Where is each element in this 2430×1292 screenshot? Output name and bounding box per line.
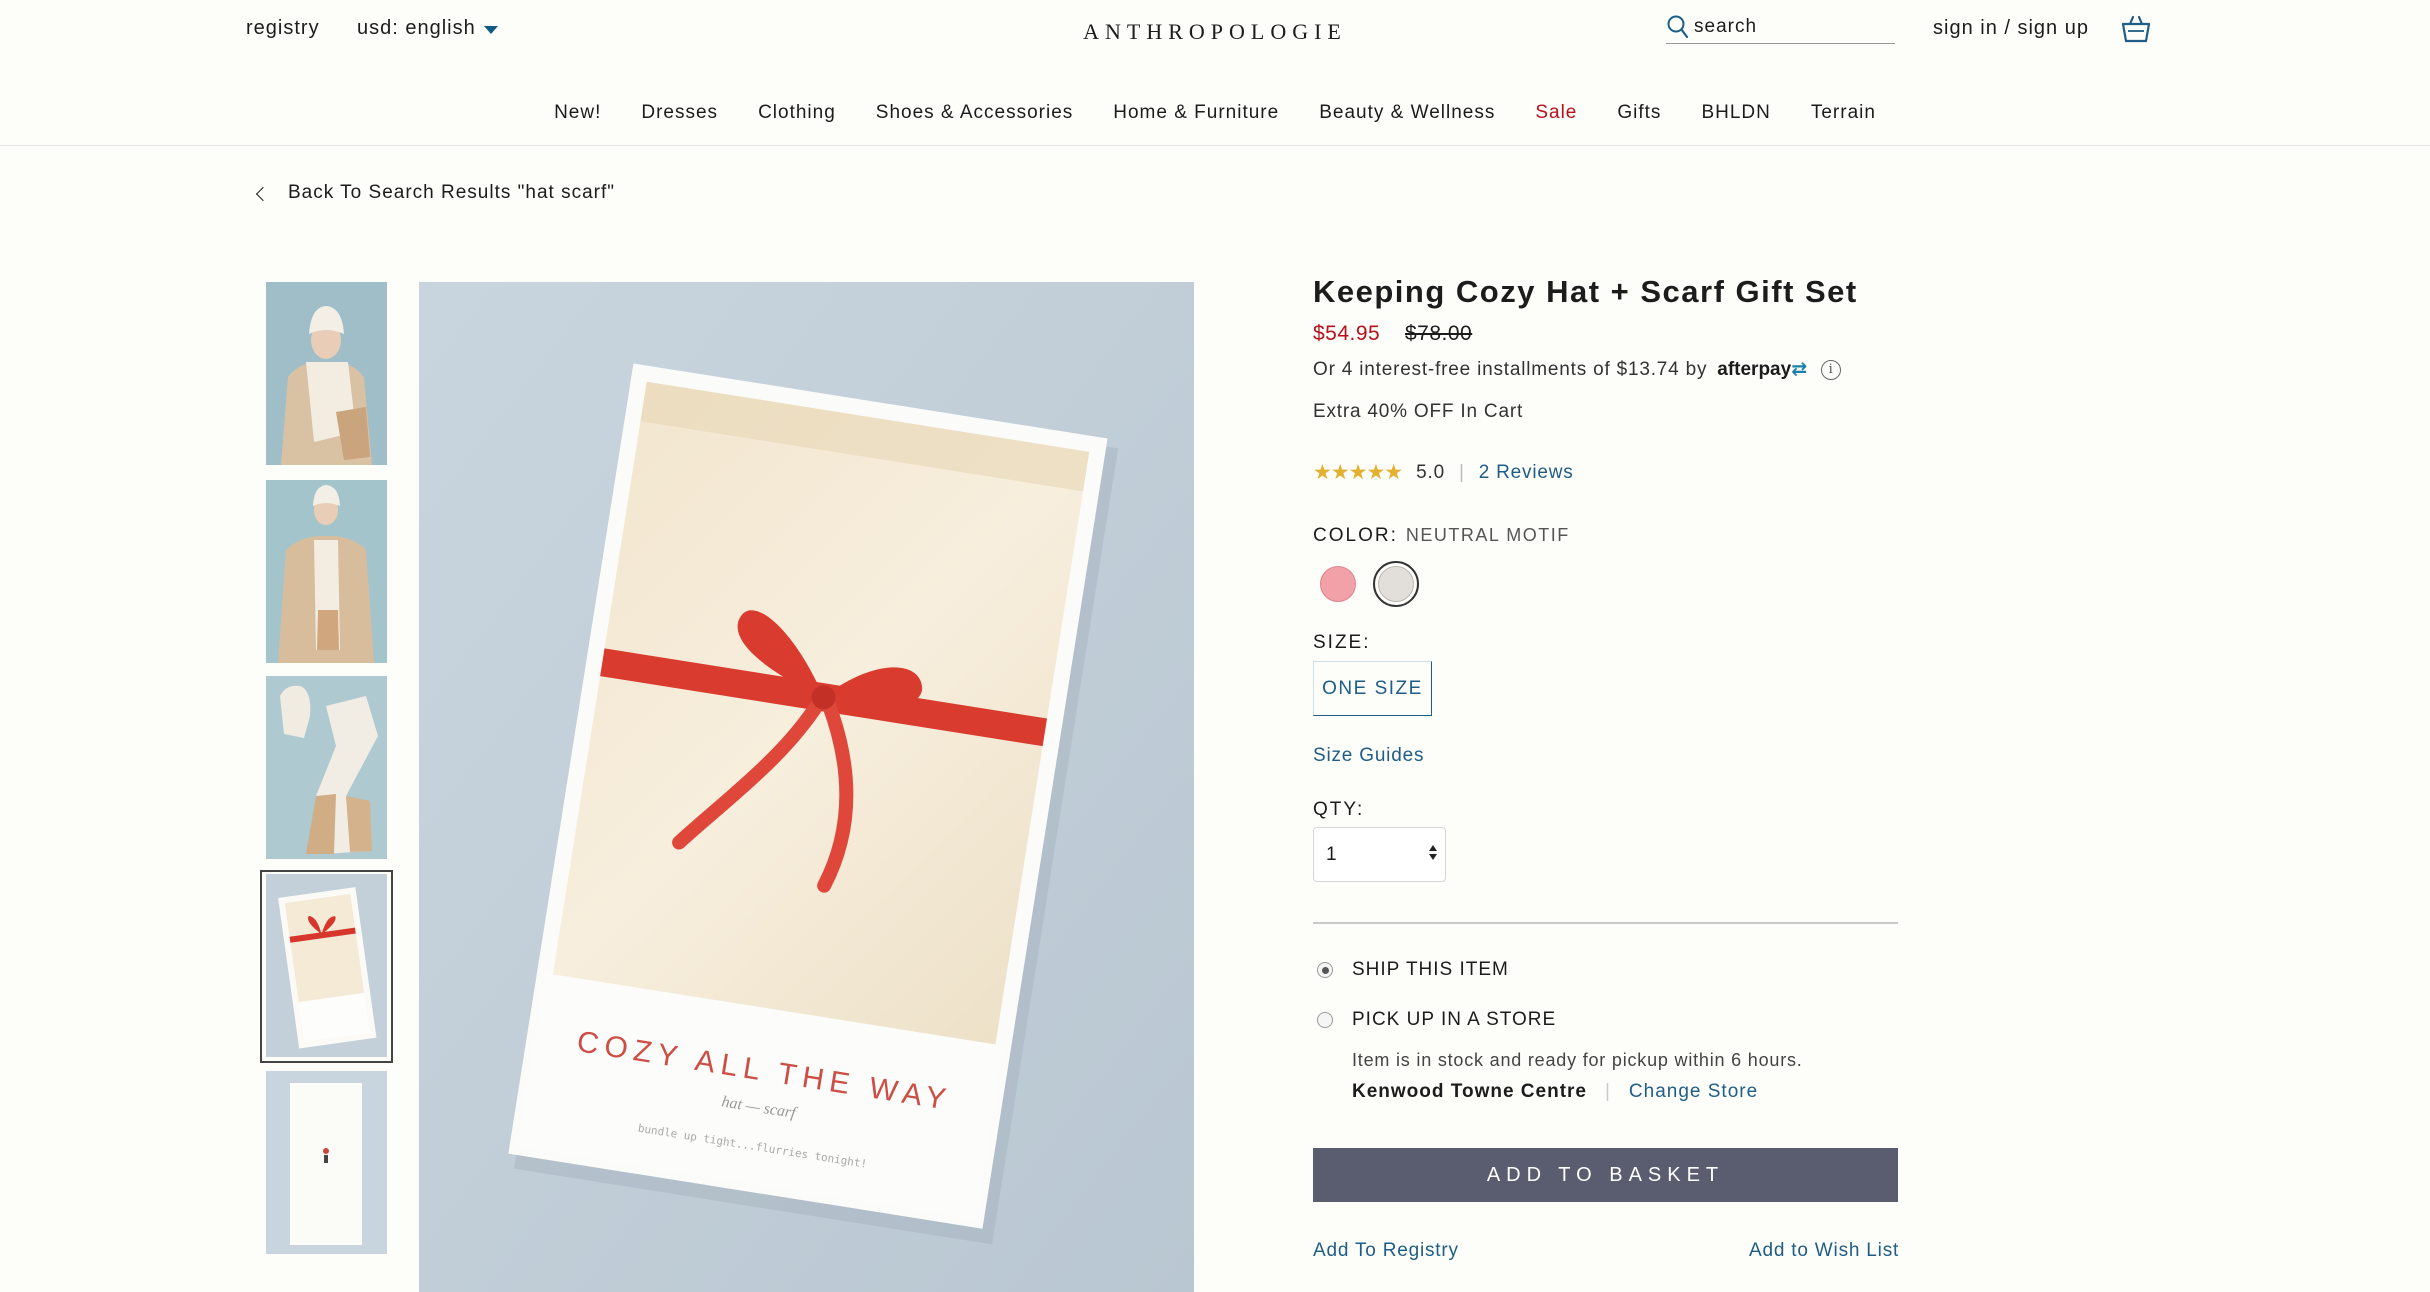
giftbox-photo-image [266,874,387,1057]
main-product-image[interactable]: COZY ALL THE WAY hat — scarf bundle up t… [419,282,1194,1292]
size-option-one-size[interactable]: ONE SIZE [1313,661,1432,716]
thumbnail-model-front[interactable] [266,282,387,465]
store-row: Kenwood Towne Centre | Change Store [1352,1081,1758,1103]
add-to-wishlist-link[interactable]: Add to Wish List [1749,1240,1899,1262]
ship-radio[interactable] [1317,962,1333,978]
nav-item-clothing[interactable]: Clothing [738,92,856,132]
size-guides-link[interactable]: Size Guides [1313,745,1424,767]
color-swatch-neutral[interactable] [1378,566,1414,602]
color-label-row: COLOR: NEUTRAL MOTIF [1313,525,1570,547]
color-label: COLOR: [1313,525,1398,546]
store-separator: | [1604,1081,1611,1102]
star-rating-icon: ★★★★★ [1313,461,1403,484]
nav-divider [0,145,2430,146]
change-store-link[interactable]: Change Store [1629,1081,1758,1103]
sale-price: $54.95 [1313,322,1381,345]
back-to-search-label: Back To Search Results "hat scarf" [288,182,615,203]
search-icon[interactable] [1666,14,1690,40]
info-icon[interactable]: i [1821,359,1842,380]
store-name: Kenwood Towne Centre [1352,1081,1587,1102]
thumbnail-flatlay[interactable] [266,676,387,859]
category-nav: New! Dresses Clothing Shoes & Accessorie… [0,92,2430,146]
thumbnail-giftbox[interactable] [266,874,387,1057]
model-photo-image [266,282,387,465]
top-header: registry usd: english ANTHROPOLOGIE sign… [0,0,2430,62]
flatlay-photo-image [266,676,387,859]
nav-item-beauty-wellness[interactable]: Beauty & Wellness [1299,92,1515,132]
search-box[interactable] [1666,10,1895,44]
nav-item-terrain[interactable]: Terrain [1791,92,1896,132]
add-to-basket-button[interactable]: ADD TO BASKET [1313,1148,1898,1202]
pickup-label[interactable]: PICK UP IN A STORE [1352,1009,1556,1031]
reviews-link[interactable]: 2 Reviews [1479,462,1574,484]
afterpay-logo: afterpay⇄ [1717,359,1808,380]
stepper-arrows-icon [1429,845,1437,860]
original-price: $78.00 [1405,322,1473,345]
nav-item-bhldn[interactable]: BHLDN [1681,92,1790,132]
rating-value: 5.0 [1416,461,1445,483]
closed-box-photo-image [266,1071,387,1254]
fulfillment-divider [1313,922,1898,924]
nav-item-gifts[interactable]: Gifts [1597,92,1681,132]
stock-text: Item is in stock and ready for pickup wi… [1352,1050,1803,1070]
ship-label[interactable]: SHIP THIS ITEM [1352,959,1509,981]
basket-icon[interactable] [2120,14,2152,44]
size-label: SIZE: [1313,632,1371,653]
afterpay-row: Or 4 interest-free installments of $13.7… [1313,358,1842,381]
search-input[interactable] [1690,15,1880,38]
nav-item-dresses[interactable]: Dresses [621,92,738,132]
thumbnail-box-closed[interactable] [266,1071,387,1254]
back-to-search-link[interactable]: Back To Search Results "hat scarf" [255,182,615,204]
nav-item-shoes-accessories[interactable]: Shoes & Accessories [856,92,1093,132]
sign-in-link[interactable]: sign in / sign up [1933,17,2089,40]
installments-text: Or 4 interest-free installments of $13.7… [1313,358,1708,380]
pickup-radio[interactable] [1317,1012,1333,1028]
qty-label: QTY: [1313,799,1365,820]
giftbox-hero-image: COZY ALL THE WAY hat — scarf bundle up t… [419,282,1194,1292]
promo-text: Extra 40% OFF In Cart [1313,401,1524,422]
rating-separator: | [1458,461,1465,483]
qty-value: 1 [1326,843,1337,865]
nav-item-new[interactable]: New! [534,92,621,132]
product-title: Keeping Cozy Hat + Scarf Gift Set [1313,274,1858,309]
model-photo-image [266,480,387,663]
qty-select[interactable]: 1 [1313,827,1446,882]
color-value: NEUTRAL MOTIF [1405,525,1570,545]
add-to-registry-link[interactable]: Add To Registry [1313,1240,1459,1262]
chevron-left-icon [255,186,271,201]
nav-item-home-furniture[interactable]: Home & Furniture [1093,92,1299,132]
color-swatch-pink[interactable] [1320,566,1356,602]
nav-item-sale[interactable]: Sale [1515,92,1597,132]
thumbnail-model-full[interactable] [266,480,387,663]
rating-row: ★★★★★ 5.0 | 2 Reviews [1313,460,1574,485]
